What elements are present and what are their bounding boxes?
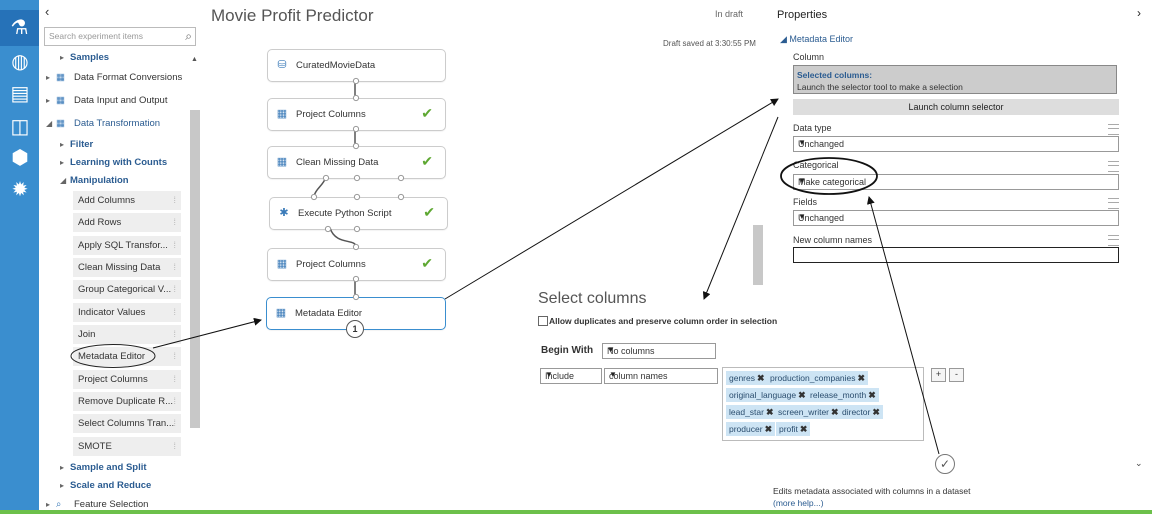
bottom-status-strip xyxy=(0,510,1152,514)
pipeline-connectors xyxy=(313,80,357,296)
annotation-marks xyxy=(70,98,940,455)
annotation-overlay xyxy=(0,77,1152,514)
node-ports xyxy=(310,77,405,301)
